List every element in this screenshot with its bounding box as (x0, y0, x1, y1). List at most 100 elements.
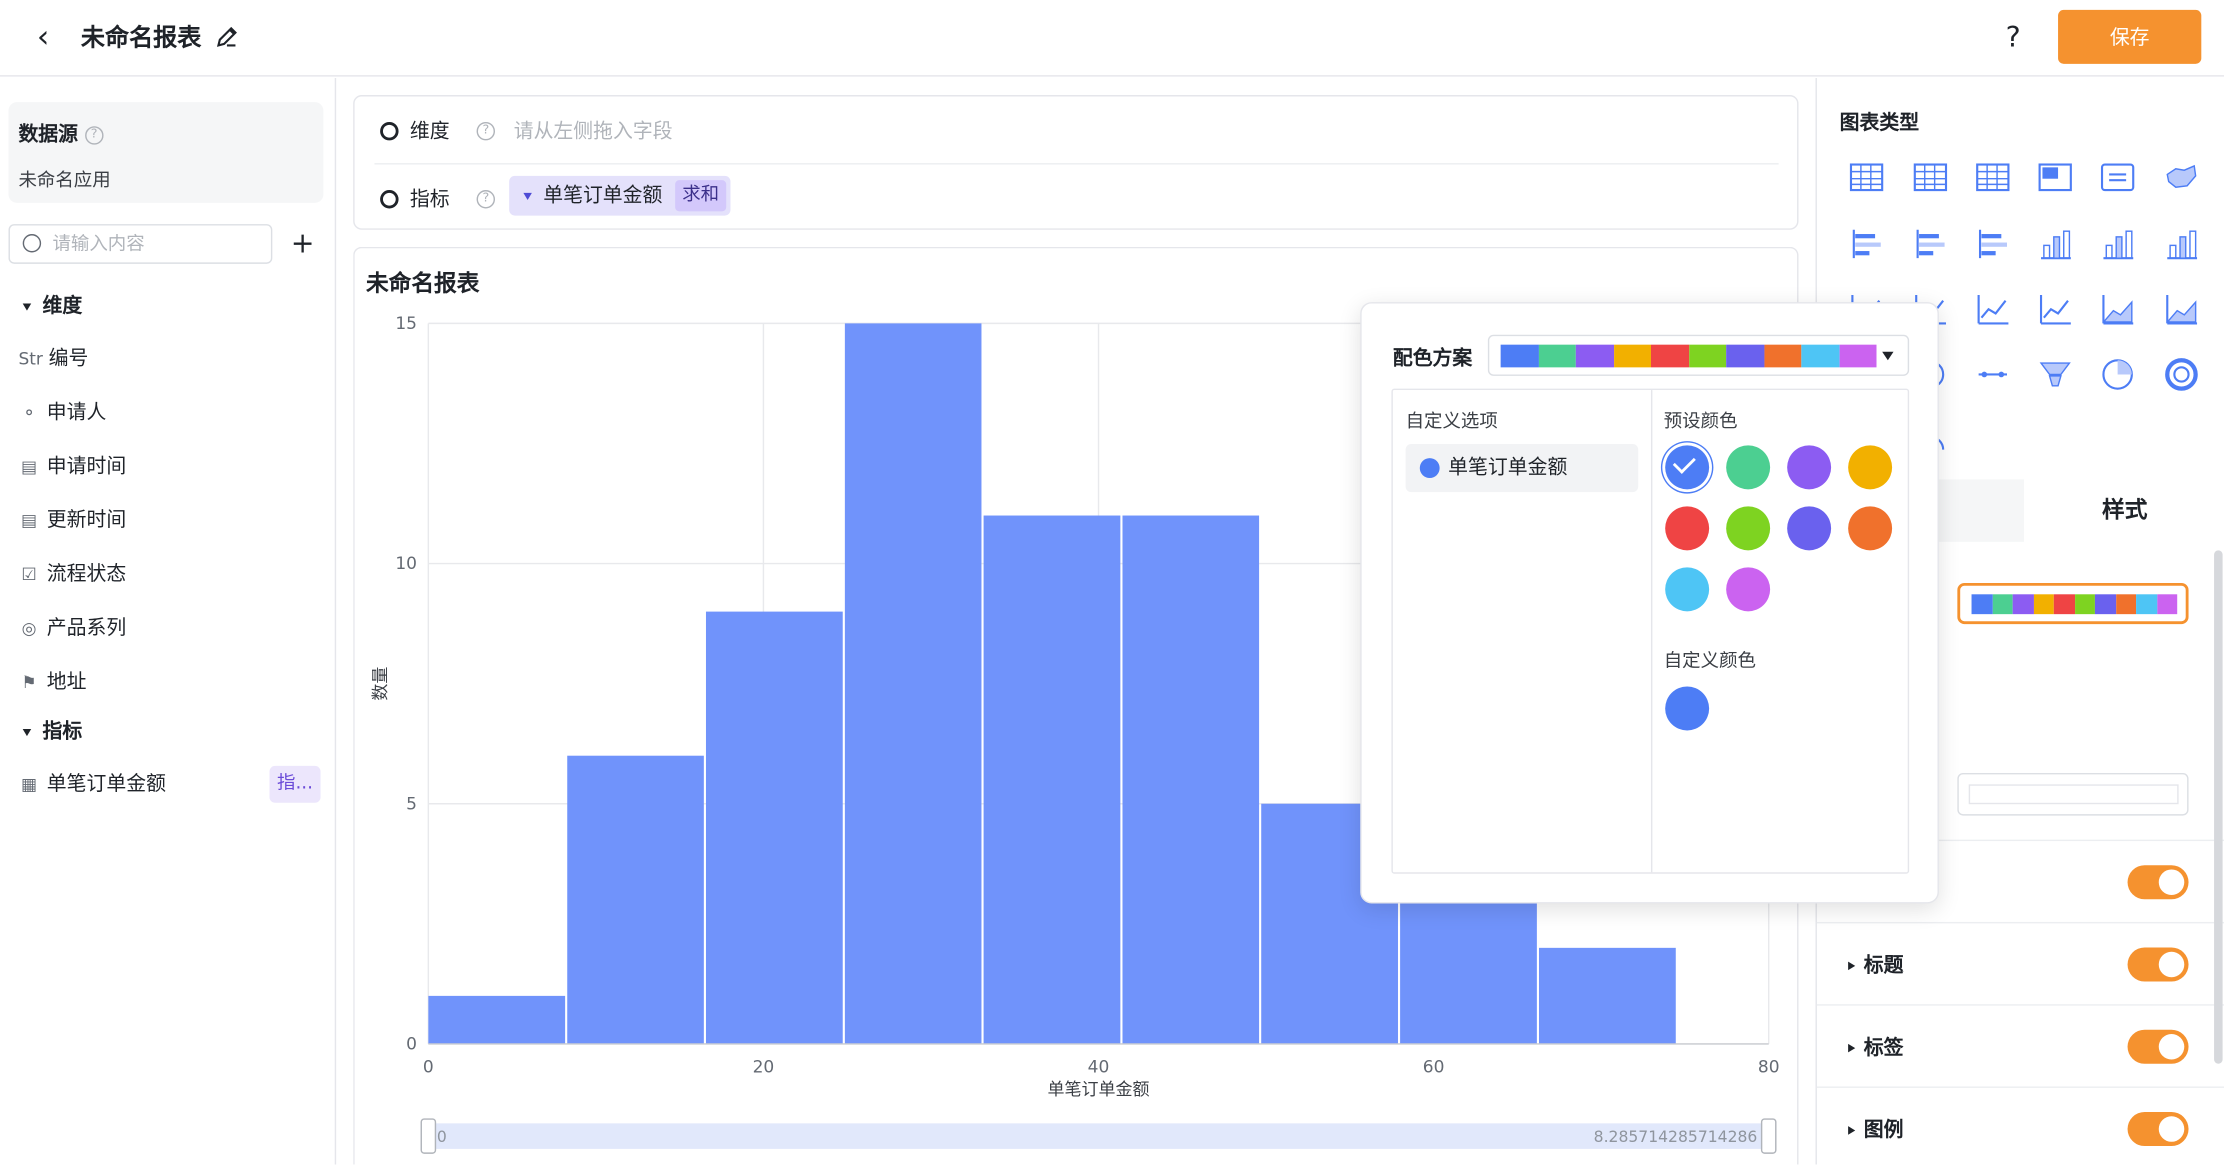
preset-color-swatch[interactable] (1726, 506, 1771, 551)
dimension-drop-zone[interactable]: 请从左侧拖入字段 (514, 121, 673, 144)
preset-color-swatch[interactable] (1848, 506, 1893, 551)
divider (1650, 390, 1653, 873)
range-icon[interactable] (1973, 355, 2013, 395)
text-input-box[interactable] (1957, 773, 2189, 816)
area-chart-icon[interactable] (2098, 289, 2138, 329)
toggle-switch[interactable] (2127, 865, 2189, 900)
panel-scrollbar[interactable] (2214, 550, 2223, 1064)
field-item-dimension[interactable]: ⚑ 地址 (18, 668, 86, 696)
preset-color-swatch[interactable] (1726, 567, 1771, 612)
color-scheme-select[interactable] (1487, 334, 1910, 376)
x-tick-label: 0 (423, 1057, 434, 1077)
chart-type-title: 图表类型 (1839, 112, 1920, 135)
target-icon: ◎ (21, 618, 37, 639)
range-slider-handle-left[interactable] (420, 1118, 437, 1154)
field-item-metric[interactable]: ▦ 单笔订单金额 (18, 770, 166, 798)
stacked-column-icon[interactable] (2162, 224, 2202, 264)
caret-down-icon[interactable] (523, 192, 532, 200)
histogram-bar[interactable] (844, 323, 982, 1044)
edit-pencil-icon[interactable] (214, 24, 240, 50)
metric-help-icon[interactable]: ? (476, 190, 496, 209)
histogram-bar[interactable] (983, 515, 1121, 1044)
title-toggle[interactable] (2127, 947, 2189, 982)
column-chart-icon[interactable] (2035, 224, 2075, 264)
datasource-help-icon[interactable]: ? (84, 125, 104, 144)
custom-color-swatch[interactable] (1665, 686, 1710, 731)
custom-option-item[interactable]: 单笔订单金额 (1405, 443, 1639, 493)
field-item-dimension[interactable]: ⚬ 申请人 (18, 399, 106, 427)
preset-color-swatch[interactable] (1726, 445, 1771, 490)
histogram-bar[interactable] (705, 611, 843, 1044)
section-row-title[interactable]: 标题 (1816, 921, 2224, 1004)
calendar-icon: ▤ (21, 510, 38, 531)
preset-color-swatch[interactable] (1787, 506, 1832, 551)
stacked-bar-icon[interactable] (1973, 224, 2013, 264)
number-card-icon[interactable] (2098, 157, 2138, 197)
dimension-group-header[interactable]: 维度 (22, 291, 82, 319)
field-item-dimension[interactable]: ☑ 流程状态 (18, 560, 126, 588)
search-input[interactable] (52, 229, 266, 259)
stacked-area-icon[interactable] (2162, 289, 2202, 329)
custom-color-label: 自定义颜色 (1663, 651, 1756, 673)
funnel-icon[interactable] (2035, 355, 2075, 395)
preset-color-swatch[interactable] (1665, 506, 1710, 551)
dual-axis-icon[interactable] (1973, 289, 2013, 329)
metric-chip[interactable]: 单笔订单金额 求和 (509, 175, 731, 216)
number-icon: ▦ (21, 774, 38, 795)
field-item-dimension[interactable]: Str 编号 (18, 345, 88, 373)
pie-chart-icon[interactable] (2098, 355, 2138, 395)
field-item-dimension[interactable]: ▤ 申请时间 (18, 452, 126, 480)
top-bar: ‹ 未命名报表 ? 保存 (0, 0, 2224, 77)
grouped-column-icon[interactable] (2098, 224, 2138, 264)
card-icon[interactable] (2035, 157, 2075, 197)
tab-style[interactable]: 样式 (2024, 479, 2224, 541)
color-swatch (1500, 344, 1539, 368)
preset-color-swatch[interactable] (1665, 567, 1710, 612)
back-arrow-icon[interactable]: ‹ (37, 21, 65, 55)
bar-chart-icon[interactable] (1847, 224, 1887, 264)
color-swatch (2156, 594, 2178, 615)
help-icon[interactable]: ? (2006, 20, 2021, 54)
field-config-panel: 维度 ? 请从左侧拖入字段 指标 ? 单笔订单金额 求和 (353, 95, 1799, 230)
map-icon[interactable] (2162, 157, 2202, 197)
save-button[interactable]: 保存 (2058, 9, 2202, 64)
preset-color-swatch[interactable] (1848, 445, 1893, 490)
metric-group-header[interactable]: 指标 (22, 716, 82, 744)
field-item-dimension[interactable]: ▤ 更新时间 (18, 506, 126, 534)
calendar-icon: ▤ (21, 456, 38, 477)
field-item-dimension[interactable]: ◎ 产品系列 (18, 614, 127, 642)
color-dot (1419, 458, 1440, 478)
ring-chart-icon[interactable] (2162, 355, 2202, 395)
add-field-plus-icon[interactable]: + (291, 226, 315, 260)
y-tick-label: 0 (406, 1035, 417, 1055)
histogram-bar[interactable] (428, 995, 566, 1044)
grouped-bar-icon[interactable] (1911, 224, 1951, 264)
legend-toggle[interactable] (2127, 1112, 2189, 1147)
range-slider-track[interactable] (428, 1123, 1769, 1149)
section-row-legend[interactable]: 图例 (1816, 1086, 2224, 1165)
label-toggle[interactable] (2127, 1029, 2189, 1064)
dimension-settings-icon (380, 121, 399, 141)
section-row-label[interactable]: 标签 (1816, 1004, 2224, 1086)
y-axis-label: 数量 (371, 667, 391, 701)
color-swatch (1613, 344, 1651, 368)
histogram-bar[interactable] (1122, 515, 1260, 1044)
aggregation-badge[interactable]: 求和 (675, 180, 727, 212)
preset-color-swatch[interactable] (1665, 445, 1710, 490)
pivot-table-icon[interactable] (1973, 157, 2013, 197)
detail-table-icon[interactable] (1911, 157, 1951, 197)
person-icon: ⚬ (21, 402, 37, 423)
color-popup-body: 自定义选项 单笔订单金额 预设颜色 自定义颜色 (1391, 388, 1910, 874)
range-slider-handle-right[interactable] (1760, 1118, 1777, 1154)
color-swatch (1838, 344, 1877, 368)
preset-color-swatch[interactable] (1787, 445, 1832, 490)
line-chart-icon[interactable] (2035, 289, 2075, 329)
color-swatch (2094, 594, 2116, 615)
dimension-help-icon[interactable]: ? (476, 121, 496, 141)
table-icon[interactable] (1847, 157, 1887, 197)
histogram-bar[interactable] (1539, 947, 1676, 1044)
histogram-bar[interactable] (567, 755, 704, 1044)
metric-settings-icon (380, 190, 399, 209)
metric-field-tag[interactable]: 指... (269, 765, 321, 803)
color-scheme-picker[interactable] (1957, 582, 2189, 625)
